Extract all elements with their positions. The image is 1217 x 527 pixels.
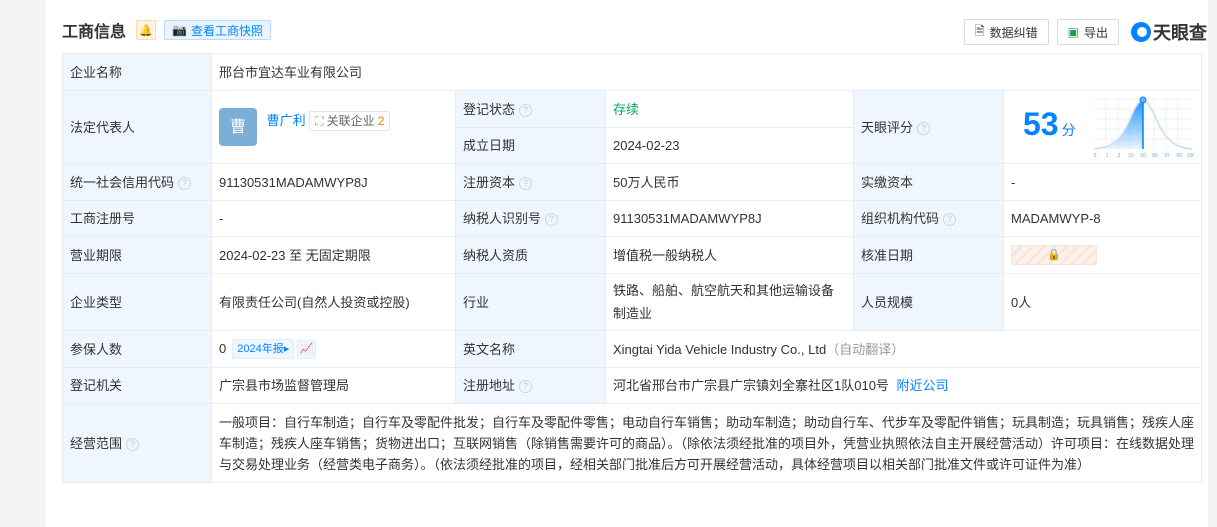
company-name: 邢台市宜达车业有限公司 bbox=[210, 53, 1203, 91]
label: 统一社会信用代码? bbox=[62, 163, 212, 201]
score-marker bbox=[1139, 96, 1147, 104]
nearby-companies-link[interactable]: 附近公司 bbox=[897, 378, 949, 393]
taxpayer-qualification: 增值税一般纳税人 bbox=[605, 236, 854, 274]
view-snapshot-button[interactable]: 📷 查看工商快照 bbox=[164, 20, 271, 40]
tick-label: 85 bbox=[1152, 153, 1158, 159]
label: 工商注册号 bbox=[62, 200, 212, 237]
label: 法定代表人 bbox=[62, 90, 212, 164]
tick-label: 15 bbox=[1128, 153, 1134, 159]
tick-label: 0 bbox=[1094, 153, 1097, 159]
tick-label: 3 bbox=[1118, 153, 1121, 159]
help-icon[interactable]: ? bbox=[545, 213, 559, 227]
label: 成立日期 bbox=[455, 127, 606, 164]
reg-status: 存续 bbox=[605, 90, 854, 128]
tick-label: 1 bbox=[1106, 153, 1109, 159]
tick-label: 100 bbox=[1187, 153, 1194, 159]
section-title: 工商信息 bbox=[62, 24, 127, 41]
help-icon[interactable]: ? bbox=[917, 121, 931, 135]
reg-capital: 50万人民币 bbox=[605, 163, 854, 201]
document-icon: 🗎 bbox=[974, 23, 985, 38]
score-cell: 53 分 0 1 3 15 50 85 97 99 100 bbox=[1002, 90, 1203, 164]
bell-icon[interactable]: 🔔 bbox=[136, 20, 157, 40]
label: 纳税人资质 bbox=[455, 236, 606, 274]
biz-reg-no: - bbox=[211, 200, 456, 237]
camera-icon: 📷 bbox=[172, 23, 187, 37]
toolbar: 🗎 数据纠错 ▣ 导出 天眼查 bbox=[963, 19, 1207, 45]
logo-mark-icon bbox=[1131, 22, 1151, 42]
paid-capital: - bbox=[1002, 163, 1203, 201]
score-value: 53 bbox=[1023, 105, 1059, 142]
avatar[interactable]: 曹 bbox=[219, 108, 257, 146]
export-button[interactable]: ▣ 导出 bbox=[1056, 19, 1119, 45]
lock-icon[interactable]: 🔒 bbox=[1011, 245, 1097, 265]
label: 企业类型 bbox=[62, 273, 212, 331]
label: 英文名称 bbox=[455, 330, 606, 368]
legal-rep-name-link[interactable]: 曹广利 bbox=[267, 113, 306, 128]
insured-cell: 0 2024年报▸ 📈 bbox=[211, 330, 456, 368]
help-icon[interactable]: ? bbox=[519, 380, 533, 394]
label: 注册资本? bbox=[455, 163, 606, 201]
help-icon[interactable]: ? bbox=[943, 213, 957, 227]
label: 登记状态? bbox=[455, 90, 606, 128]
trend-chart-icon[interactable]: 📈 bbox=[297, 339, 317, 359]
annual-report-link[interactable]: 2024年报▸ bbox=[232, 339, 295, 360]
help-icon[interactable]: ? bbox=[126, 437, 140, 451]
label: 参保人数 bbox=[62, 330, 212, 368]
label: 天眼评分? bbox=[853, 90, 1004, 164]
label: 登记机关 bbox=[62, 367, 212, 404]
founded-date: 2024-02-23 bbox=[605, 127, 854, 164]
tick-label: 97 bbox=[1164, 153, 1170, 159]
label: 注册地址? bbox=[455, 367, 606, 404]
data-correction-button[interactable]: 🗎 数据纠错 bbox=[963, 19, 1049, 45]
label: 营业期限 bbox=[62, 236, 212, 274]
taxpayer-id: 91130531MADAMWYP8J bbox=[605, 200, 854, 237]
label: 人员规模 bbox=[853, 273, 1004, 331]
network-icon: ⛶ bbox=[315, 113, 324, 128]
company-type: 有限责任公司(自然人投资或控股) bbox=[211, 273, 456, 331]
related-companies-tag[interactable]: ⛶ 关联企业 2 bbox=[309, 111, 391, 132]
english-name-cell: Xingtai Yida Vehicle Industry Co., Ltd（自… bbox=[604, 330, 1203, 368]
label: 经营范围? bbox=[62, 403, 212, 483]
org-code: MADAMWYP-8 bbox=[1002, 200, 1203, 237]
excel-icon: ▣ bbox=[1067, 25, 1079, 39]
score-distribution-chart: 0 1 3 15 50 85 97 99 100 bbox=[1094, 96, 1194, 159]
tick-label: 50 bbox=[1140, 153, 1146, 159]
label: 企业名称 bbox=[62, 53, 212, 91]
section-header: 工商信息 🔔 📷 查看工商快照 bbox=[62, 18, 271, 42]
business-info-table: 企业名称 邢台市宜达车业有限公司 法定代表人 曹 曹广利 ⛶ 关联企业 2 登记状态… bbox=[62, 53, 1203, 483]
help-icon[interactable]: ? bbox=[519, 176, 533, 190]
help-icon[interactable]: ? bbox=[519, 103, 533, 117]
staff-size: 0人 bbox=[1002, 273, 1203, 331]
brand-logo: 天眼查 bbox=[1131, 19, 1207, 45]
industry: 铁路、船舶、航空航天和其他运输设备制造业 bbox=[605, 273, 854, 331]
legal-rep-cell: 曹 曹广利 ⛶ 关联企业 2 bbox=[211, 90, 456, 164]
address-cell: 河北省邢台市广宗县广宗镇刘全寨社区1队010号 附近公司 bbox=[604, 367, 1203, 404]
label: 纳税人识别号? bbox=[455, 200, 606, 237]
label: 实缴资本 bbox=[853, 163, 1004, 201]
label: 核准日期 bbox=[853, 236, 1004, 274]
help-icon[interactable]: ? bbox=[178, 176, 192, 190]
label: 组织机构代码? bbox=[853, 200, 1004, 237]
reg-authority: 广宗县市场监督管理局 bbox=[211, 367, 456, 404]
approval-date: 🔒 bbox=[1002, 236, 1203, 274]
credit-code: 91130531MADAMWYP8J bbox=[211, 163, 456, 201]
tick-label: 99 bbox=[1176, 153, 1182, 159]
label: 行业 bbox=[455, 273, 606, 331]
business-term: 2024-02-23 至 无固定期限 bbox=[211, 236, 456, 274]
business-scope: 一般项目：自行车制造；自行车及零配件批发；自行车及零配件零售；电动自行车销售；助… bbox=[210, 403, 1203, 483]
